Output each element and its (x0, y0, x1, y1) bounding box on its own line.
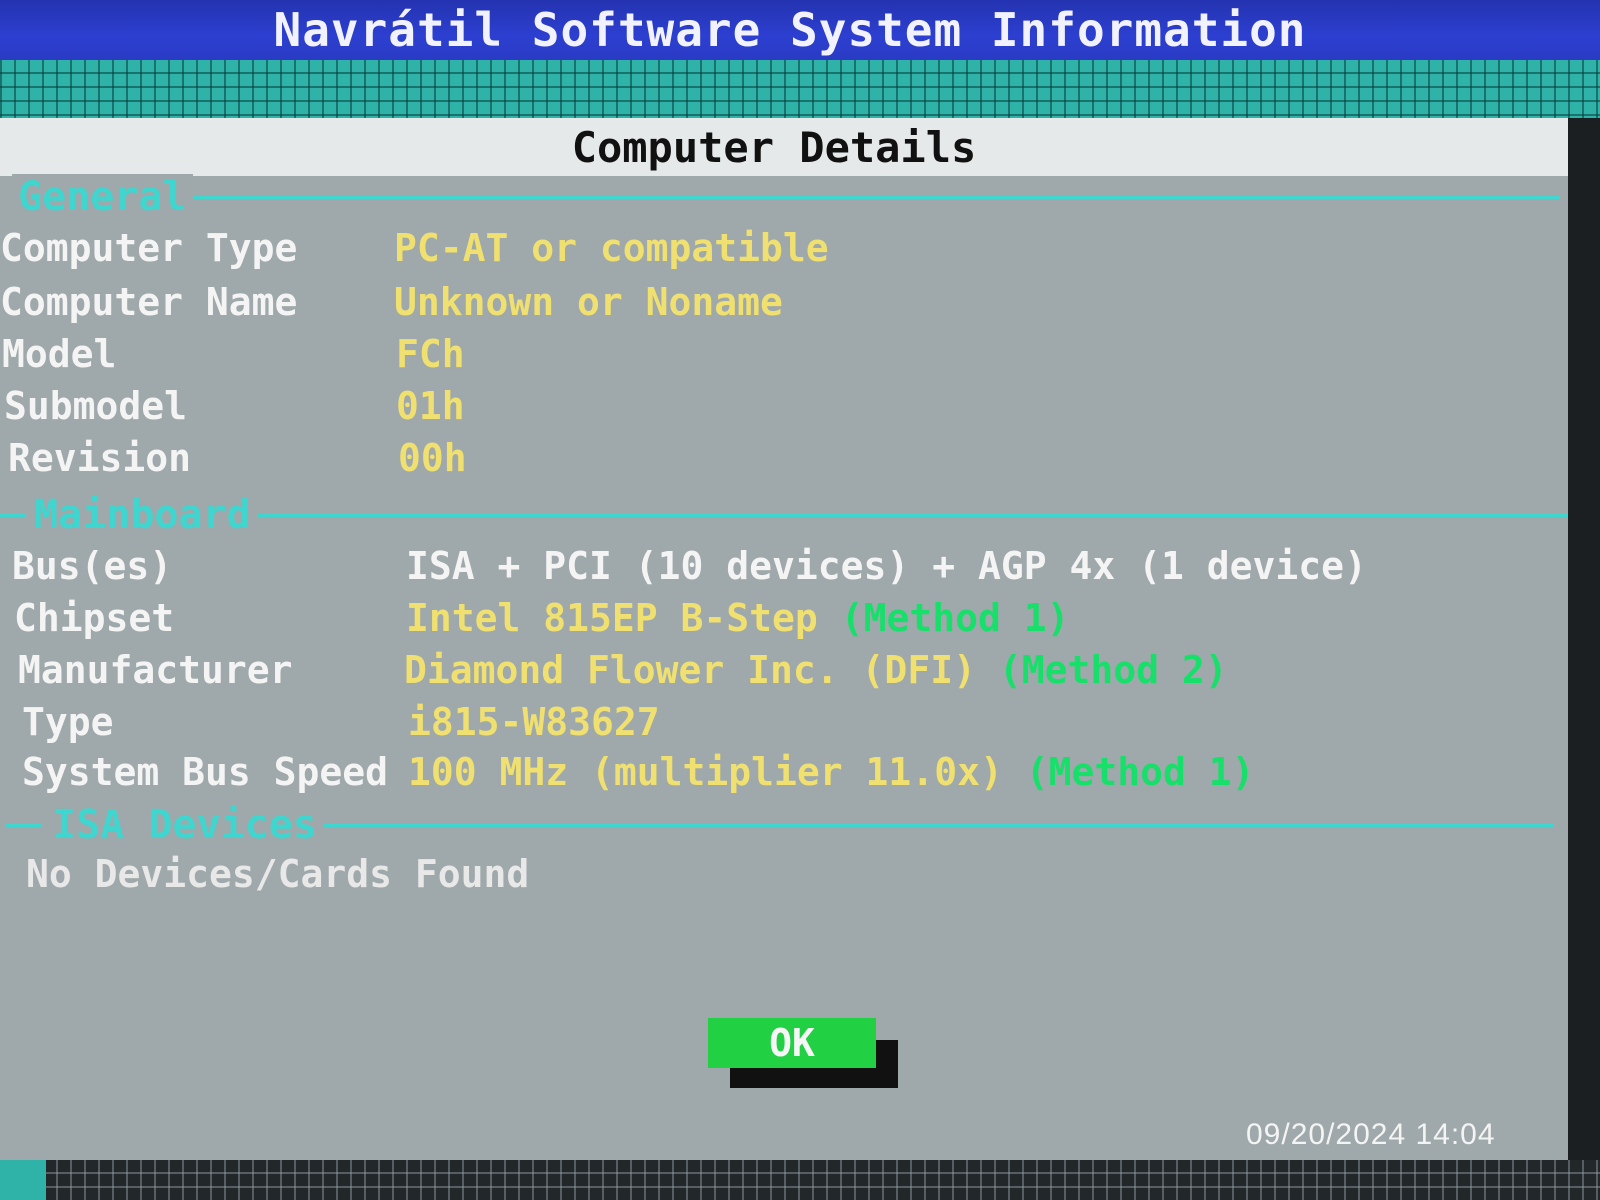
computer-details-dialog: Computer Details General Computer Type P… (0, 118, 1572, 1160)
row-label: Manufacturer (18, 648, 293, 692)
row-value: Diamond Flower Inc. (DFI) (Method 2) (404, 648, 1228, 692)
info-row-type: Type i815-W83627 (0, 700, 1568, 752)
info-row-computer-type: Computer Type PC-AT or compatible (0, 226, 1568, 278)
section-heading-general: General (12, 174, 193, 220)
row-value: ISA + PCI (10 devices) + AGP 4x (1 devic… (406, 544, 1367, 588)
row-value: PC-AT or compatible (394, 226, 829, 270)
bus-value: ISA + PCI (10 devices) + AGP 4x (1 devic… (406, 544, 1367, 588)
ok-button-wrapper: OK (708, 1018, 898, 1090)
empty-state-text: No Devices/Cards Found (26, 852, 530, 896)
section-divider-left (6, 824, 42, 827)
method-note: (Method 1) (1025, 750, 1255, 794)
row-label: System Bus Speed (22, 750, 389, 794)
info-row-system-bus-speed: System Bus Speed 100 MHz (multiplier 11.… (0, 750, 1568, 802)
info-row-chipset: Chipset Intel 815EP B-Step (Method 1) (0, 596, 1568, 648)
section-divider (252, 514, 1572, 517)
manufacturer-value: Diamond Flower Inc. (DFI) (404, 648, 976, 692)
app-title-bar: Navrátil Software System Information (0, 0, 1600, 60)
section-divider (304, 824, 1554, 827)
section-mainboard-header: Mainboard (0, 492, 1572, 538)
row-value: 100 MHz (multiplier 11.0x) (Method 1) (408, 750, 1255, 794)
app-title: Navrátil Software System Information (273, 3, 1307, 57)
row-value: i815-W83627 (408, 700, 660, 744)
method-note: (Method 1) (840, 596, 1070, 640)
info-row-buses: Bus(es) ISA + PCI (10 devices) + AGP 4x … (0, 544, 1568, 596)
row-label: Chipset (14, 596, 175, 640)
section-divider-left (0, 514, 26, 517)
row-value: 01h (396, 384, 465, 428)
desktop-pattern (0, 60, 1600, 118)
info-row-submodel: Submodel 01h (0, 384, 1568, 436)
section-divider (190, 196, 1560, 199)
ok-button[interactable]: OK (708, 1018, 876, 1068)
row-label: Type (22, 700, 114, 744)
chipset-value: Intel 815EP B-Step (406, 596, 818, 640)
photo-timestamp: 09/20/2024 14:04 (1246, 1118, 1496, 1151)
method-note: (Method 2) (998, 648, 1228, 692)
row-label: Model (2, 332, 117, 376)
desktop-pattern-bottom (0, 1160, 1600, 1200)
row-label: Submodel (4, 384, 188, 428)
row-value: Intel 815EP B-Step (Method 1) (406, 596, 1069, 640)
row-value: 00h (398, 436, 467, 480)
info-row-revision: Revision 00h (0, 436, 1568, 488)
section-heading-mainboard: Mainboard (28, 492, 257, 538)
section-heading-isa-devices: ISA Devices (46, 802, 323, 848)
row-value: FCh (396, 332, 465, 376)
row-label: Computer Name (0, 280, 298, 324)
row-value: Unknown or Noname (394, 280, 783, 324)
section-general-header: General (0, 174, 1568, 220)
info-row-model: Model FCh (0, 332, 1568, 384)
row-label: Revision (8, 436, 192, 480)
info-row-manufacturer: Manufacturer Diamond Flower Inc. (DFI) (… (0, 648, 1568, 700)
section-isa-header: ISA Devices (0, 802, 1568, 848)
dialog-title: Computer Details (571, 122, 977, 172)
info-row-computer-name: Computer Name Unknown or Noname (0, 280, 1568, 332)
row-label: Computer Type (0, 226, 298, 270)
pattern-teal-corner (0, 1160, 46, 1200)
screen-bezel (1568, 118, 1600, 1160)
dialog-title-bar: Computer Details (0, 118, 1568, 176)
bus-speed-value: 100 MHz (multiplier 11.0x) (408, 750, 1003, 794)
row-label: Bus(es) (12, 544, 173, 588)
isa-devices-list: No Devices/Cards Found (0, 852, 1568, 904)
